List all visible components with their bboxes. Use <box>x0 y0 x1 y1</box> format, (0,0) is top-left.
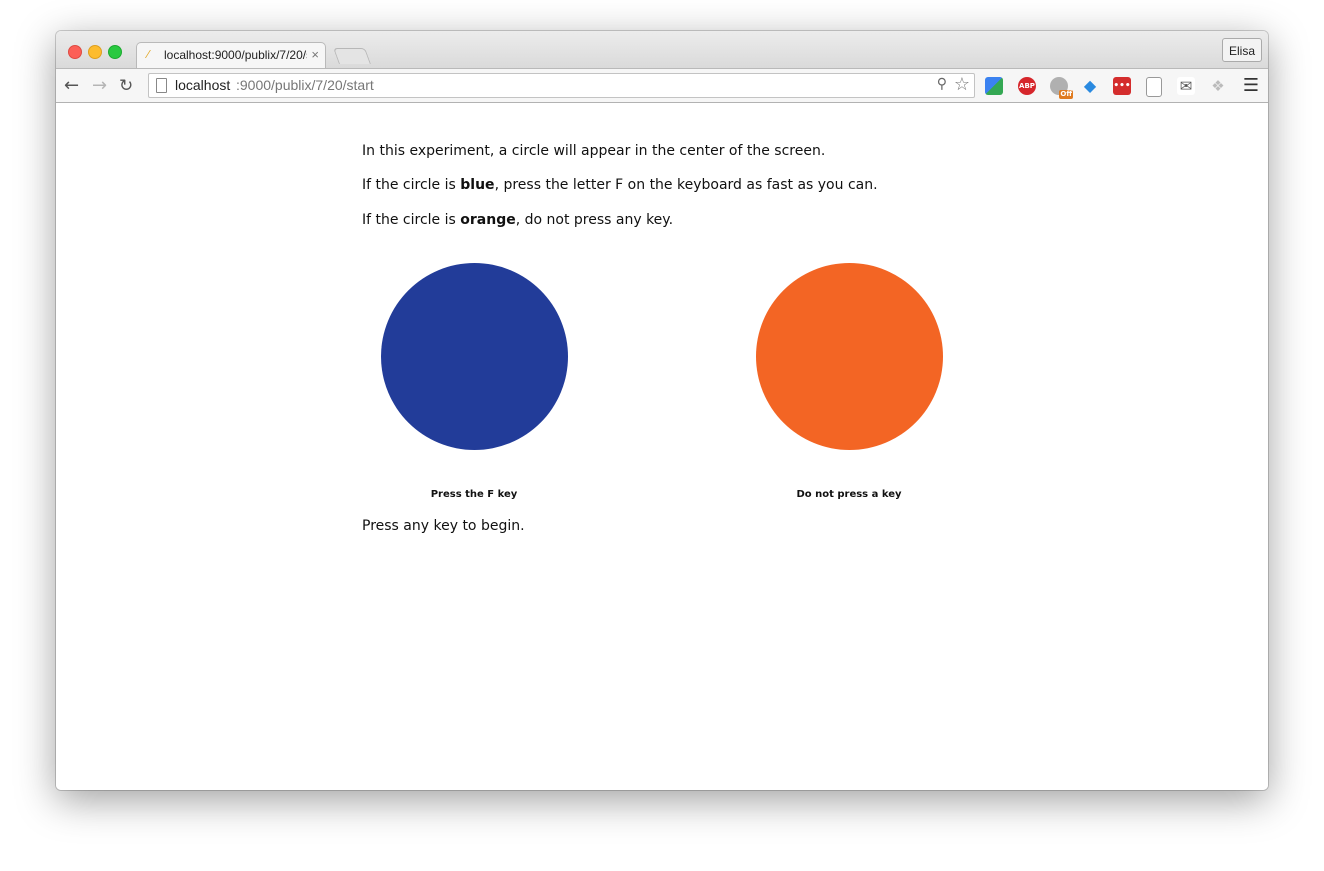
mail-check-icon[interactable]: ✉ <box>1177 77 1195 95</box>
address-bar[interactable]: localhost :9000/publix/7/20/start ⚲ ☆ <box>148 73 975 98</box>
toolbar: ← → ↻ localhost :9000/publix/7/20/start … <box>56 68 1268 103</box>
zoom-icon[interactable]: ⚲ <box>937 76 947 92</box>
intro-text: In this experiment, a circle will appear… <box>362 143 826 159</box>
google-extension-icon[interactable] <box>985 77 1003 95</box>
lastpass-icon[interactable]: ••• <box>1113 77 1131 95</box>
begin-prompt: Press any key to begin. <box>362 518 525 534</box>
orange-rule-text: If the circle is orange, do not press an… <box>362 212 673 228</box>
document-extension-icon[interactable] <box>1146 77 1162 97</box>
close-window-button[interactable] <box>68 45 82 59</box>
orange-circle-caption: Do not press a key <box>796 489 902 500</box>
new-tab-button[interactable] <box>333 48 371 64</box>
blue-rule-prefix: If the circle is <box>362 177 461 193</box>
dropbox-icon[interactable]: ❖ <box>1209 77 1227 95</box>
reload-icon[interactable]: ↻ <box>119 74 133 98</box>
url-host: localhost <box>175 77 231 93</box>
greasemonkey-icon[interactable]: Off <box>1050 77 1073 99</box>
forward-arrow-icon[interactable]: → <box>92 74 107 98</box>
orange-rule-prefix: If the circle is <box>362 212 461 228</box>
url-path: :9000/publix/7/20/start <box>236 77 374 93</box>
blue-rule-suffix: , press the letter F on the keyboard as … <box>494 177 878 193</box>
back-arrow-icon[interactable]: ← <box>64 74 79 98</box>
minimize-window-button[interactable] <box>88 45 102 59</box>
tab-close-icon[interactable]: × <box>311 47 319 62</box>
favicon-icon: ⁄ <box>147 48 149 61</box>
title-bar: ⁄ localhost:9000/publix/7/20/start × Eli… <box>56 31 1268 68</box>
tab-active[interactable]: ⁄ localhost:9000/publix/7/20/start × <box>136 42 326 68</box>
profile-button[interactable]: Elisa <box>1222 38 1262 62</box>
orange-circle <box>756 263 943 450</box>
bird-extension-icon[interactable]: ◆ <box>1081 77 1099 95</box>
adblock-plus-icon[interactable]: ABP <box>1018 77 1036 95</box>
blue-rule-text: If the circle is blue, press the letter … <box>362 177 878 193</box>
zoom-window-button[interactable] <box>108 45 122 59</box>
orange-word: orange <box>460 212 516 228</box>
blue-word: blue <box>460 177 495 193</box>
orange-rule-suffix: , do not press any key. <box>515 212 674 228</box>
greasemonkey-off-badge: Off <box>1059 90 1073 99</box>
bookmark-star-icon[interactable]: ☆ <box>954 74 970 95</box>
tab-title: localhost:9000/publix/7/20/start <box>164 48 307 62</box>
browser-window: ⁄ localhost:9000/publix/7/20/start × Eli… <box>56 31 1268 790</box>
menu-icon[interactable]: ☰ <box>1243 74 1259 98</box>
page-icon <box>156 78 167 93</box>
page-content: In this experiment, a circle will appear… <box>56 103 1268 790</box>
blue-circle-caption: Press the F key <box>430 489 518 500</box>
blue-circle <box>381 263 568 450</box>
